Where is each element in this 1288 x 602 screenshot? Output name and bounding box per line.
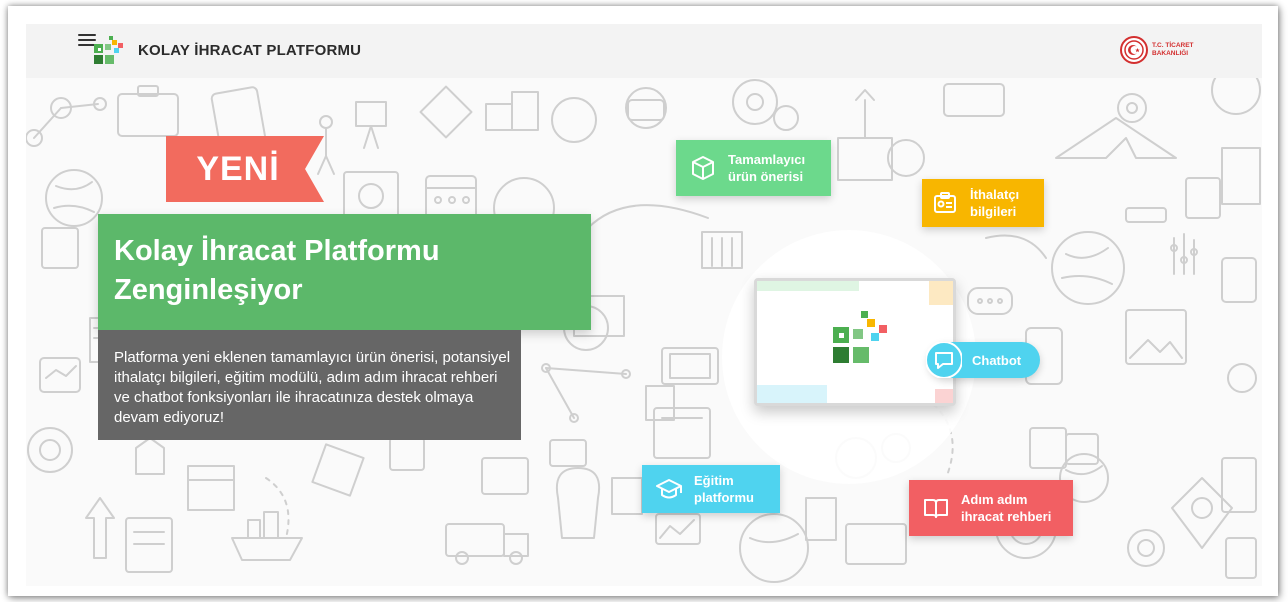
open-book-icon	[924, 499, 948, 518]
ministry-name-line2: BAKANLIĞI	[1152, 50, 1189, 57]
feature-complementary-line1: Tamamlayıcı	[728, 152, 806, 167]
feature-importer-info[interactable]: İthalatçı bilgileri	[922, 179, 1044, 227]
top-header: KOLAY İHRACAT PLATFORMU T.C. TİCARET BAK…	[26, 24, 1262, 78]
feature-education-line1: Eğitim	[694, 473, 734, 488]
feature-importer-line1: İthalatçı	[970, 187, 1020, 202]
feature-guide-line1: Adım adım	[961, 492, 1028, 507]
ministry-logo[interactable]: T.C. TİCARET BAKANLIĞI	[1120, 36, 1220, 66]
box-icon	[692, 156, 714, 180]
feature-chatbot[interactable]: Chatbot	[926, 342, 1040, 378]
hero-banner[interactable]: YENİ Kolay İhracat Platformu Zenginleşiy…	[26, 78, 1262, 586]
new-badge-text: YENİ	[196, 149, 280, 188]
kolay-ihracat-logo[interactable]	[90, 34, 126, 70]
description-text: Platforma yeni eklenen tamamlayıcı ürün …	[114, 349, 511, 426]
headline-box: Kolay İhracat Platformu Zenginleşiyor	[98, 214, 591, 330]
id-card-icon	[934, 192, 956, 213]
headline-line-1: Kolay İhracat Platformu	[114, 235, 440, 267]
feature-guide-line2: ihracat rehberi	[961, 509, 1052, 524]
ministry-name-line1: T.C. TİCARET	[1152, 42, 1194, 49]
feature-importer-line2: bilgileri	[970, 204, 1017, 219]
ministry-seal-icon	[1120, 36, 1148, 64]
headline-line-2: Zenginleşiyor	[114, 274, 303, 306]
feature-export-guide[interactable]: Adım adım ihracat rehberi	[909, 480, 1073, 536]
page-frame: KOLAY İHRACAT PLATFORMU T.C. TİCARET BAK…	[8, 6, 1278, 596]
new-badge: YENİ	[166, 136, 324, 202]
graduation-cap-icon	[656, 479, 682, 499]
headline-title: Kolay İhracat Platformu Zenginleşiyor	[114, 232, 584, 310]
chat-bubble-icon	[926, 342, 962, 378]
feature-complementary-line2: ürün önerisi	[728, 169, 804, 184]
description-box: Platforma yeni eklenen tamamlayıcı ürün …	[98, 330, 521, 440]
feature-chatbot-label: Chatbot	[972, 352, 1022, 368]
platform-logo-icon	[833, 311, 887, 363]
brand-title[interactable]: KOLAY İHRACAT PLATFORMU	[138, 42, 361, 59]
feature-education-platform[interactable]: Eğitim platformu	[642, 465, 780, 513]
feature-complementary-product[interactable]: Tamamlayıcı ürün önerisi	[676, 140, 831, 196]
feature-education-line2: platformu	[694, 490, 754, 505]
